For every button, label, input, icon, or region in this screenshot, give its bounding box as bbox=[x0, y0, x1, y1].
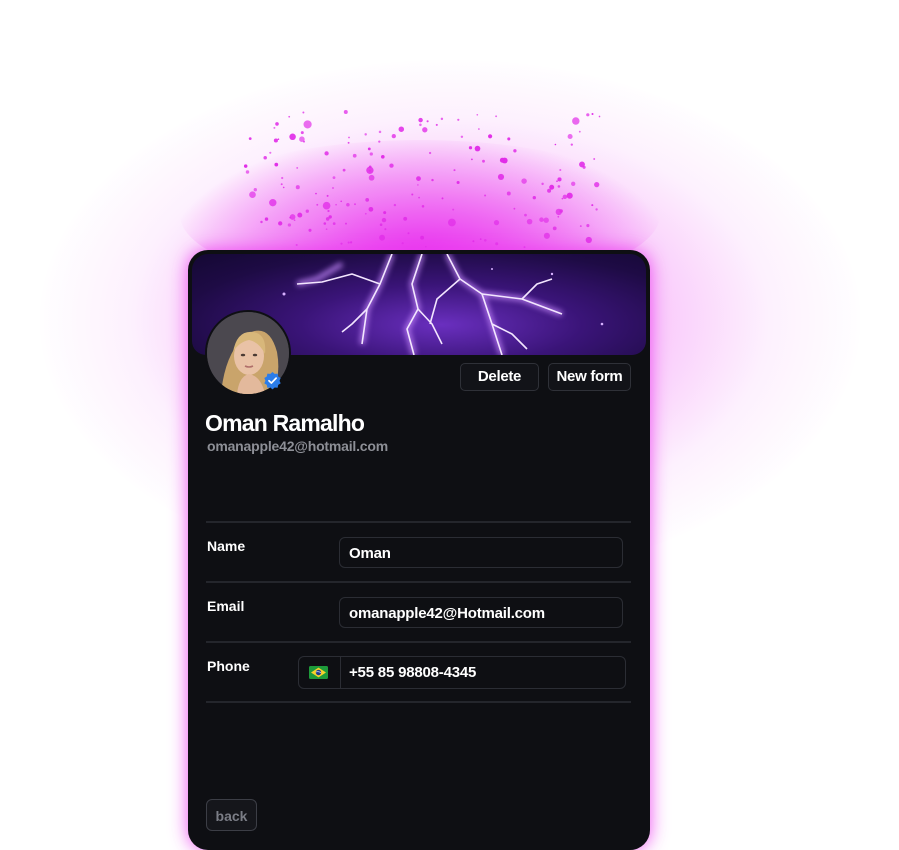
name-label: Name bbox=[207, 538, 246, 554]
profile-name: Oman Ramalho bbox=[205, 410, 365, 436]
page: Delete New form Oman Ramalho omanapple42… bbox=[0, 0, 899, 850]
divider bbox=[206, 521, 631, 523]
profile-email: omanapple42@hotmail.com bbox=[207, 438, 388, 454]
divider bbox=[206, 641, 631, 643]
divider bbox=[206, 701, 631, 703]
verified-badge-icon bbox=[264, 371, 281, 390]
email-field[interactable]: omanapple42@Hotmail.com bbox=[339, 597, 623, 628]
phone-input[interactable]: +55 85 98808-4345 bbox=[349, 657, 476, 688]
email-label: Email bbox=[207, 598, 245, 614]
country-selector[interactable] bbox=[299, 657, 341, 688]
phone-label: Phone bbox=[207, 658, 250, 674]
phone-field[interactable]: +55 85 98808-4345 bbox=[298, 656, 626, 689]
back-button[interactable]: back bbox=[206, 799, 257, 831]
delete-button[interactable]: Delete bbox=[460, 363, 539, 391]
brazil-flag-icon bbox=[309, 666, 328, 679]
name-field[interactable]: Oman bbox=[339, 537, 623, 568]
divider bbox=[206, 581, 631, 583]
new-form-button[interactable]: New form bbox=[548, 363, 631, 391]
profile-card: Delete New form Oman Ramalho omanapple42… bbox=[188, 250, 650, 850]
